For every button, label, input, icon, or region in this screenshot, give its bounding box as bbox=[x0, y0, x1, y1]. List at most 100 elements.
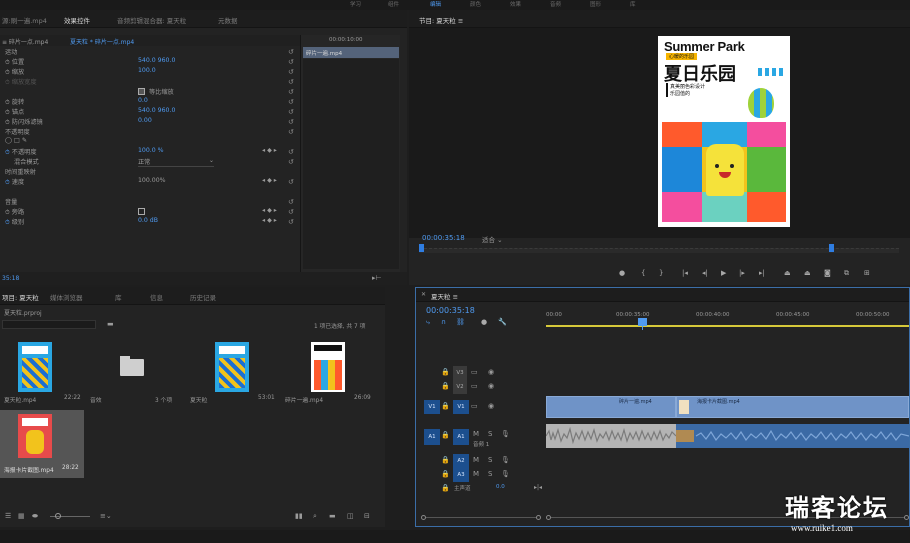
pen-mask-icon[interactable]: ✎ bbox=[22, 137, 27, 144]
zoom-slider[interactable] bbox=[50, 513, 90, 519]
source-patch-v1[interactable]: V1 bbox=[424, 400, 440, 414]
workspace-color[interactable]: 颜色 bbox=[470, 0, 481, 8]
track-id[interactable]: A2 bbox=[453, 454, 469, 468]
audio-clip[interactable] bbox=[546, 424, 676, 448]
reset-icon[interactable]: ↺ bbox=[288, 77, 298, 87]
reset-icon[interactable]: ↺ bbox=[288, 47, 298, 57]
icon-view-icon[interactable]: ▦ bbox=[18, 512, 25, 520]
lock-icon[interactable]: 🔒 bbox=[441, 470, 450, 478]
workspace-edit[interactable]: 编辑 bbox=[430, 0, 441, 8]
tab-project[interactable]: 项目: 夏天粒 bbox=[2, 292, 39, 302]
selected-project-item[interactable]: 海报卡片截图.mp4 28:22 bbox=[0, 410, 84, 478]
source-patch-a1[interactable]: A1 bbox=[424, 429, 440, 445]
blend-mode-select[interactable]: 正常 ⌄ bbox=[138, 157, 214, 167]
rect-mask-icon[interactable]: □ bbox=[14, 137, 20, 144]
solo-icon[interactable]: S bbox=[488, 430, 492, 438]
ec-row-blend[interactable]: 混合模式 正常 ⌄ bbox=[0, 157, 300, 167]
ec-value[interactable]: 100.00% bbox=[138, 177, 166, 184]
lock-icon[interactable]: 🔒 bbox=[441, 368, 450, 376]
master-clip-label[interactable]: ≡ 碎片一点.mp4 bbox=[2, 37, 48, 46]
ec-row-bypass[interactable]: ⏱ 旁路 ◂ ◆ ▸ bbox=[0, 207, 300, 217]
list-view-icon[interactable]: ☰ bbox=[5, 512, 11, 520]
ec-row-volume[interactable]: 音量 bbox=[0, 197, 300, 207]
playhead-marker[interactable] bbox=[419, 244, 424, 252]
workspace-audio[interactable]: 音频 bbox=[550, 0, 561, 8]
ec-row-scale[interactable]: ⏱ 缩放 100.0 bbox=[0, 67, 300, 77]
program-timecode[interactable]: 00:00:35:18 bbox=[422, 234, 465, 242]
ec-row-anchor[interactable]: ⏱ 锚点 540.0 960.0 bbox=[0, 107, 300, 117]
new-item-icon[interactable]: ◫ bbox=[347, 512, 354, 520]
timeline-scrollbar[interactable] bbox=[421, 515, 541, 520]
solo-icon[interactable]: S bbox=[488, 456, 492, 464]
extract-icon[interactable]: ⏏ bbox=[804, 269, 811, 277]
mic-icon[interactable]: 🎙 bbox=[501, 470, 510, 478]
tab-audio-mixer[interactable]: 音频剪辑混合器: 夏天粒 bbox=[117, 15, 186, 25]
stopwatch-icon[interactable]: ⏱ bbox=[5, 119, 10, 126]
ec-row-uniform[interactable]: 等比缩放 bbox=[0, 87, 300, 97]
track-id[interactable]: A1 bbox=[453, 429, 469, 445]
out-marker[interactable] bbox=[829, 244, 834, 252]
play-icon[interactable]: ▶ bbox=[721, 269, 726, 277]
tab-metadata[interactable]: 元数据 bbox=[218, 15, 238, 25]
tab-libraries[interactable]: 库 bbox=[115, 292, 122, 302]
mic-icon[interactable]: 🎙 bbox=[501, 430, 510, 438]
ec-row-speed[interactable]: ⏱ 速度 100.00% ◂ ◆ ▸ bbox=[0, 177, 300, 187]
linked-selection-icon[interactable]: ⛓ bbox=[456, 318, 465, 326]
snap-icon[interactable]: ∩ bbox=[441, 318, 446, 326]
ec-row-level[interactable]: ⏱ 级别 0.0 dB ◂ ◆ ▸ bbox=[0, 217, 300, 227]
lock-icon[interactable]: 🔒 bbox=[441, 431, 450, 439]
time-ruler[interactable]: 00:00 00:00:35:00 00:00:40:00 00:00:45:0… bbox=[546, 308, 909, 328]
ec-value[interactable]: 100.0 bbox=[138, 67, 156, 74]
stopwatch-icon[interactable]: ⏱ bbox=[5, 99, 10, 106]
stopwatch-icon[interactable]: ⏱ bbox=[5, 179, 10, 186]
fit-select[interactable]: 适合 ⌄ bbox=[482, 234, 503, 244]
new-bin-icon[interactable]: ▬ bbox=[107, 320, 114, 328]
new-bin-footer-icon[interactable]: ▬ bbox=[329, 512, 336, 520]
track-id[interactable]: V2 bbox=[453, 380, 467, 394]
workspace-assembly[interactable]: 组件 bbox=[388, 0, 399, 8]
freeform-view-icon[interactable]: ⬬ bbox=[32, 512, 38, 521]
master-volume[interactable]: 0.0 bbox=[496, 484, 505, 490]
workspace-effects[interactable]: 效果 bbox=[510, 0, 521, 8]
reset-icon[interactable]: ↺ bbox=[288, 217, 298, 227]
sequence-clip-label[interactable]: 夏天粒 * 碎片一点.mp4 bbox=[70, 37, 134, 46]
timeline-title[interactable]: 夏天粒 ≡ bbox=[431, 291, 458, 301]
reset-icon[interactable]: ↺ bbox=[288, 157, 298, 167]
ec-timecode[interactable]: 35:18 bbox=[2, 275, 19, 282]
keyframe-nav-icon[interactable]: ◂ ◆ ▸ bbox=[262, 207, 277, 214]
reset-icon[interactable]: ↺ bbox=[288, 97, 298, 107]
program-scrubber[interactable] bbox=[419, 244, 899, 253]
tab-info[interactable]: 信息 bbox=[150, 292, 163, 302]
reset-icon[interactable]: ↺ bbox=[288, 147, 298, 157]
ec-value[interactable]: 540.0 960.0 bbox=[138, 107, 175, 114]
bypass-checkbox[interactable] bbox=[138, 208, 145, 215]
camera-icon[interactable]: ◙ bbox=[824, 269, 831, 277]
stopwatch-icon[interactable]: ⏱ bbox=[5, 209, 10, 216]
tab-history[interactable]: 历史记录 bbox=[190, 292, 216, 302]
keyframe-nav-icon[interactable]: ◂ ◆ ▸ bbox=[262, 177, 277, 184]
track-id[interactable]: A3 bbox=[453, 468, 469, 482]
project-item-thumbnail[interactable] bbox=[311, 342, 345, 392]
tab-media-browser[interactable]: 媒体浏览器 bbox=[50, 292, 83, 302]
ec-value[interactable]: 100.0 % bbox=[138, 147, 164, 154]
sort-icon[interactable]: ≡⌄ bbox=[100, 512, 112, 520]
clear-icon[interactable]: ⊟ bbox=[364, 512, 370, 520]
project-search-input[interactable] bbox=[2, 320, 96, 329]
button-editor-icon[interactable]: ⧉ bbox=[844, 269, 849, 278]
solo-icon[interactable]: S bbox=[488, 470, 492, 478]
eye-icon[interactable]: ◉ bbox=[488, 382, 494, 390]
lift-icon[interactable]: ⏏ bbox=[784, 269, 791, 277]
wrench-icon[interactable]: 🔧 bbox=[498, 318, 507, 326]
automate-icon[interactable]: ▮▮ bbox=[295, 512, 303, 520]
video-clip[interactable]: 碎片一遍.mp4 bbox=[546, 396, 676, 418]
mark-in-icon[interactable]: { bbox=[641, 269, 645, 277]
tab-effect-controls[interactable]: 效果控件 bbox=[64, 15, 90, 25]
uniform-scale-checkbox[interactable] bbox=[138, 88, 145, 95]
reset-icon[interactable]: ↺ bbox=[288, 87, 298, 97]
ec-value[interactable]: 540.0 960.0 bbox=[138, 57, 175, 64]
audio-clip[interactable] bbox=[676, 424, 909, 448]
ec-mini-timeline[interactable]: 00:00:10:00 碎片一遍.mp4 bbox=[300, 35, 400, 280]
reset-icon[interactable]: ↺ bbox=[288, 177, 298, 187]
ec-row-motion[interactable]: 运动 bbox=[0, 47, 300, 57]
reset-icon[interactable]: ↺ bbox=[288, 117, 298, 127]
